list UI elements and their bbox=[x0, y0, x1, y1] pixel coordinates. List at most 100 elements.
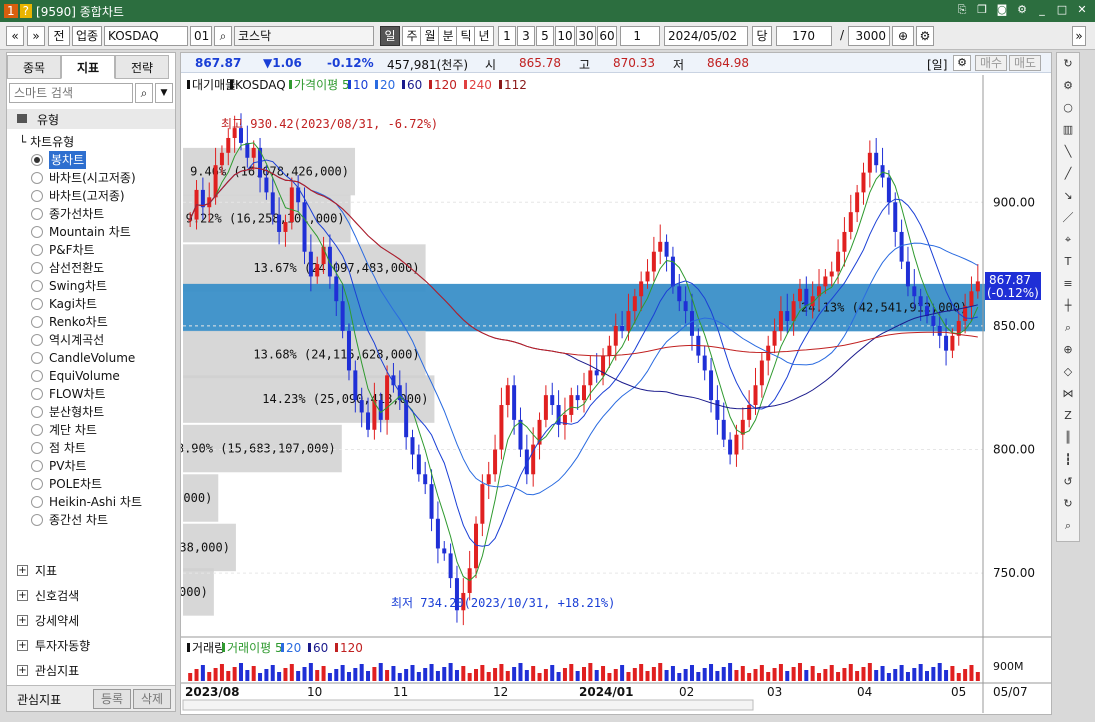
circle-icon[interactable]: ○ bbox=[1057, 97, 1079, 119]
chart-type-item[interactable]: 종가선차트 bbox=[7, 205, 177, 223]
chart-type-item[interactable]: 분산형차트 bbox=[7, 403, 177, 421]
section-item[interactable]: + 관심지표 bbox=[7, 659, 177, 683]
chart-type-item[interactable]: Mountain 차트 bbox=[7, 223, 177, 241]
chart-type-item[interactable]: FLOW차트 bbox=[7, 385, 177, 403]
text-icon[interactable]: T bbox=[1057, 251, 1079, 273]
minute-5[interactable]: 5 bbox=[536, 26, 554, 46]
radio-icon[interactable] bbox=[31, 316, 43, 328]
radio-icon[interactable] bbox=[31, 334, 43, 346]
chart-type-item[interactable]: CandleVolume bbox=[7, 349, 177, 367]
minute-1[interactable]: 1 bbox=[498, 26, 516, 46]
fibonacci-icon[interactable]: ≡ bbox=[1057, 273, 1079, 295]
next-button[interactable]: » bbox=[1072, 26, 1086, 46]
chart-type-item[interactable]: 점 차트 bbox=[7, 439, 177, 457]
copy-icon[interactable]: ❐ bbox=[975, 3, 989, 17]
section-header[interactable]: 유형 bbox=[7, 109, 175, 129]
chart-type-item[interactable]: Swing차트 bbox=[7, 277, 177, 295]
max-input[interactable]: 3000 bbox=[848, 26, 890, 46]
period-tick[interactable]: 틱 bbox=[456, 26, 476, 46]
chart-type-item[interactable]: P&F차트 bbox=[7, 241, 177, 259]
redo-icon[interactable]: ↻ bbox=[1057, 493, 1079, 515]
date-input[interactable]: 2024/05/02 bbox=[664, 26, 748, 46]
minimize-icon[interactable]: _ bbox=[1035, 3, 1049, 17]
period-day[interactable]: 일 bbox=[380, 26, 400, 46]
draw-segment-icon[interactable]: ╱ bbox=[1057, 163, 1079, 185]
close-icon[interactable]: ✕ bbox=[1075, 3, 1089, 17]
minute-30[interactable]: 30 bbox=[576, 26, 596, 46]
chevron-down-icon[interactable]: ▼ bbox=[155, 83, 173, 103]
delete-button[interactable]: 삭제 bbox=[133, 689, 171, 709]
chart-type-item[interactable]: 삼선전환도 bbox=[7, 259, 177, 277]
expand-icon[interactable]: + bbox=[17, 590, 28, 601]
search-icon[interactable]: ⌕ bbox=[214, 26, 232, 46]
tab-jongmok[interactable]: 종목 bbox=[7, 55, 61, 79]
smart-search-input[interactable] bbox=[9, 83, 133, 103]
radio-icon[interactable] bbox=[31, 514, 43, 526]
section-item[interactable]: + 지표 bbox=[7, 559, 177, 583]
chart-type-item[interactable]: 바차트(시고저종) bbox=[7, 169, 177, 187]
radio-icon[interactable] bbox=[31, 406, 43, 418]
section-item[interactable]: + 강세약세 bbox=[7, 609, 177, 633]
maximize-icon[interactable]: □ bbox=[1055, 3, 1069, 17]
chart-type-item[interactable]: 종간선 차트 bbox=[7, 511, 177, 529]
chart-area[interactable]: 867.87 ▼1.06 -0.12% 457,981(천주) 시 865.78… bbox=[180, 52, 1052, 715]
upjong-button[interactable]: 업종 bbox=[72, 26, 102, 46]
dang-button[interactable]: 당 bbox=[752, 26, 772, 46]
candle-icon[interactable]: ┼ bbox=[1057, 295, 1079, 317]
radio-icon[interactable] bbox=[31, 424, 43, 436]
radio-icon[interactable] bbox=[31, 460, 43, 472]
minute-3[interactable]: 3 bbox=[517, 26, 535, 46]
trend-line-icon[interactable]: ／ bbox=[1057, 207, 1079, 229]
expand-icon[interactable]: + bbox=[17, 640, 28, 651]
radio-icon[interactable] bbox=[31, 172, 43, 184]
lines-icon[interactable]: ║ bbox=[1057, 427, 1079, 449]
group-title[interactable]: └ 차트유형 bbox=[19, 133, 74, 150]
market-select[interactable]: KOSDAQ bbox=[104, 26, 188, 46]
radio-icon[interactable] bbox=[31, 370, 43, 382]
settings-icon[interactable]: ⚙ bbox=[1015, 3, 1029, 17]
chart-type-item[interactable]: 역시계곡선 bbox=[7, 331, 177, 349]
register-button[interactable]: 등록 bbox=[93, 689, 131, 709]
price-chart[interactable]: 대기매물KOSDAQ 가격이평 5 10 20 60 120 240 1129.46% (16… bbox=[181, 53, 1051, 714]
chart-type-item[interactable]: Kagi차트 bbox=[7, 295, 177, 313]
radio-icon[interactable] bbox=[31, 262, 43, 274]
refresh-icon[interactable]: ↻ bbox=[1057, 53, 1079, 75]
period-month[interactable]: 월 bbox=[420, 26, 440, 46]
expand-icon[interactable]: + bbox=[17, 565, 28, 576]
magnifier-icon[interactable]: ⌕ bbox=[1057, 317, 1079, 339]
code-input[interactable]: 01 bbox=[190, 26, 212, 46]
shape-icon[interactable]: ◇ bbox=[1057, 361, 1079, 383]
camera-icon[interactable]: ◙ bbox=[995, 3, 1009, 17]
search-icon[interactable]: ⌕ bbox=[135, 83, 153, 103]
radio-icon[interactable] bbox=[31, 496, 43, 508]
radio-icon[interactable] bbox=[31, 208, 43, 220]
radio-icon[interactable] bbox=[31, 442, 43, 454]
radio-icon[interactable] bbox=[31, 226, 43, 238]
pattern-icon[interactable]: ⋈ bbox=[1057, 383, 1079, 405]
arrow-line-icon[interactable]: ↘ bbox=[1057, 185, 1079, 207]
expand-icon[interactable]: + bbox=[17, 615, 28, 626]
chart-type-item[interactable]: Renko차트 bbox=[7, 313, 177, 331]
section-item[interactable]: + 신호검색 bbox=[7, 584, 177, 608]
period-minute[interactable]: 분 bbox=[438, 26, 458, 46]
draw-line-icon[interactable]: ╲ bbox=[1057, 141, 1079, 163]
tab-jipyo[interactable]: 지표 bbox=[61, 55, 115, 79]
radio-icon[interactable] bbox=[31, 298, 43, 310]
chart-type-item[interactable]: PV차트 bbox=[7, 457, 177, 475]
unit-input[interactable]: 1 bbox=[620, 26, 660, 46]
radio-icon[interactable] bbox=[31, 478, 43, 490]
auto-icon[interactable]: ⌖ bbox=[1057, 229, 1079, 251]
zigzag-icon[interactable]: Z bbox=[1057, 405, 1079, 427]
chart-type-item[interactable]: Heikin-Ashi 차트 bbox=[7, 493, 177, 511]
dropdown-button[interactable]: » bbox=[27, 26, 45, 46]
chart-type-item[interactable]: 봉차트 bbox=[7, 151, 177, 169]
radio-icon[interactable] bbox=[31, 388, 43, 400]
period-week[interactable]: 주 bbox=[402, 26, 422, 46]
radio-icon[interactable] bbox=[31, 352, 43, 364]
expand-icon[interactable]: + bbox=[17, 665, 28, 676]
zoom-in-icon[interactable]: ⊕ bbox=[892, 26, 914, 46]
radio-icon[interactable] bbox=[31, 154, 43, 166]
chart-type-item[interactable]: EquiVolume bbox=[7, 367, 177, 385]
undo-icon[interactable]: ↺ bbox=[1057, 471, 1079, 493]
tab-jeonryak[interactable]: 전략 bbox=[115, 55, 169, 79]
